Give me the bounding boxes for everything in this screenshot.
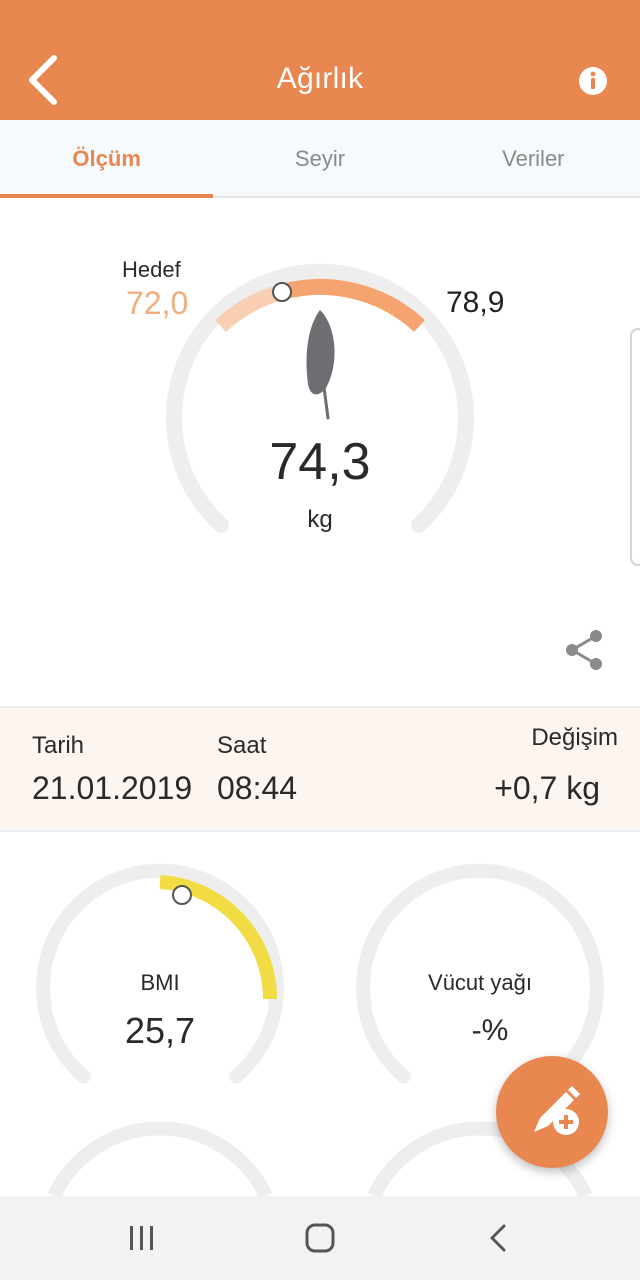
bmi-value: 25,7 — [124, 1010, 196, 1051]
scroll-handle[interactable] — [630, 328, 640, 566]
system-nav-bar — [0, 1196, 640, 1280]
weight-value: 74,3 — [269, 433, 371, 491]
bmi-marker — [172, 885, 192, 905]
change-value: +0,7 kg — [494, 770, 600, 806]
time-value: 08:44 — [217, 770, 298, 806]
change-label: Değişim — [531, 724, 618, 751]
edit-add-icon — [534, 1086, 580, 1135]
feather-icon — [306, 310, 335, 420]
target-label: Hedef — [122, 257, 181, 282]
home-icon[interactable] — [298, 1216, 342, 1260]
date-value: 21.01.2019 — [32, 770, 193, 806]
weight-screen: Ağırlık Ölçüm Seyir Veriler Hedef 72,0 7… — [0, 0, 640, 1280]
body-fat-label: Vücut yağı — [428, 970, 532, 995]
share-icon[interactable] — [562, 628, 606, 672]
target-value: 72,0 — [126, 285, 189, 321]
bmi-label: BMI — [140, 970, 180, 995]
body-fat-value: -% — [471, 1014, 509, 1047]
date-label: Tarih — [32, 732, 85, 759]
add-measurement-button[interactable] — [496, 1056, 608, 1168]
measurement-info: Tarih 21.01.2019 Saat 08:44 Değişim +0,7… — [0, 706, 640, 832]
time-label: Saat — [217, 732, 267, 759]
lower-gauge-left — [47, 1121, 273, 1196]
recent-apps-icon[interactable] — [120, 1216, 164, 1260]
weight-unit: kg — [307, 506, 333, 533]
weight-gauge — [166, 263, 474, 533]
max-value: 78,9 — [446, 286, 505, 319]
gauge-target-marker — [272, 282, 292, 302]
back-icon[interactable] — [478, 1216, 522, 1260]
